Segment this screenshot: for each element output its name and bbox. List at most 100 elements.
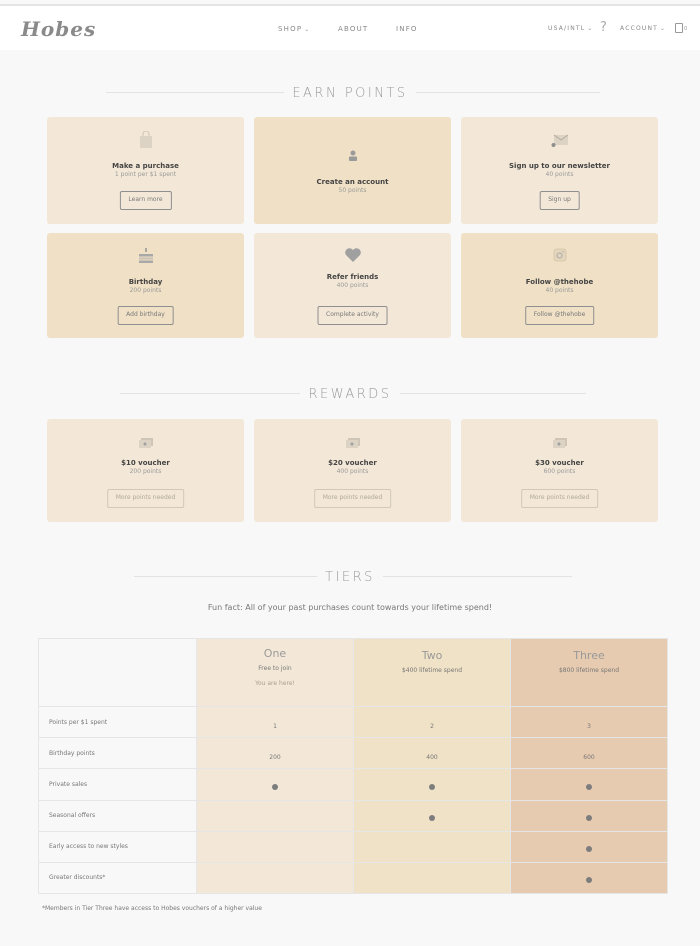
tier-cell bbox=[510, 861, 668, 895]
user-icon bbox=[348, 150, 357, 161]
cell-value: 400 bbox=[426, 753, 438, 761]
row-label: Birthday points bbox=[38, 737, 197, 770]
cell-value: 200 bbox=[269, 753, 281, 761]
table-row: Points per $1 spent 1 2 3 bbox=[38, 706, 668, 739]
cell-value: 3 bbox=[587, 722, 591, 730]
row-label: Greater discounts* bbox=[38, 861, 197, 895]
rewards-title: REWARDS bbox=[300, 387, 400, 402]
tier-name: Two bbox=[421, 649, 443, 663]
table-row: Greater discounts* bbox=[38, 861, 668, 895]
tier-three-header: Three $800 lifetime spend bbox=[510, 637, 668, 708]
follow-instagram-button[interactable]: Follow @thehobe bbox=[524, 306, 595, 325]
more-points-needed-button[interactable]: More points needed bbox=[313, 489, 392, 508]
table-row: Seasonal offers bbox=[38, 799, 668, 832]
tier-name: One bbox=[263, 646, 287, 660]
card-title: Make a purchase bbox=[112, 162, 179, 170]
heart-icon bbox=[344, 248, 361, 262]
more-points-needed-button[interactable]: More points needed bbox=[106, 489, 185, 508]
card-subtitle: 40 points bbox=[545, 171, 574, 178]
card-subtitle: 400 points bbox=[336, 282, 369, 289]
earn-card-account: Create an account 50 points bbox=[254, 117, 451, 224]
account-label: ACCOUNT bbox=[620, 25, 659, 32]
region-selector[interactable]: USA/INTL ⌄ bbox=[548, 25, 594, 32]
card-title: Create an account bbox=[316, 178, 389, 186]
tier-cell: 600 bbox=[510, 737, 668, 770]
card-title: $30 voucher bbox=[535, 459, 584, 467]
voucher-icon bbox=[345, 438, 360, 448]
card-title: Birthday bbox=[128, 278, 163, 286]
learn-more-button[interactable]: Learn more bbox=[119, 191, 172, 210]
empty-header-cell bbox=[38, 637, 197, 708]
card-title: Refer friends bbox=[326, 273, 379, 281]
tier-cell bbox=[510, 799, 668, 832]
tiers-title: TIERS bbox=[317, 570, 383, 585]
instagram-icon bbox=[553, 248, 566, 262]
table-row: Private sales bbox=[38, 768, 668, 801]
tier-cell bbox=[510, 830, 668, 863]
card-title: Follow @thehobe bbox=[525, 278, 594, 286]
logo[interactable]: Hobes bbox=[21, 17, 96, 41]
included-dot-icon bbox=[586, 846, 592, 853]
current-tier-badge: You are here! bbox=[255, 679, 295, 687]
tier-cell: 400 bbox=[353, 737, 511, 770]
earn-card-birthday: Birthday 200 points Add birthday bbox=[47, 233, 244, 338]
fun-fact-text: Fun fact: All of your past purchases cou… bbox=[207, 603, 493, 612]
card-subtitle: 1 point per $1 spent bbox=[114, 171, 177, 178]
nav-about[interactable]: ABOUT bbox=[338, 25, 368, 33]
shopping-bag-icon bbox=[139, 131, 152, 148]
card-subtitle: 50 points bbox=[338, 187, 367, 194]
reward-card-30: $30 voucher 600 points More points neede… bbox=[461, 419, 658, 522]
row-label: Early access to new styles bbox=[38, 830, 197, 863]
tier-cell bbox=[510, 768, 668, 801]
row-label: Seasonal offers bbox=[38, 799, 197, 832]
cell-value: 2 bbox=[430, 722, 434, 730]
earn-card-refer: Refer friends 400 points Complete activi… bbox=[254, 233, 451, 338]
nav-info[interactable]: INFO bbox=[396, 25, 418, 33]
row-label: Private sales bbox=[38, 768, 197, 801]
card-title: $10 voucher bbox=[121, 459, 170, 467]
tier-cell bbox=[196, 768, 354, 801]
region-label: USA/INTL bbox=[548, 25, 586, 32]
tier-cell bbox=[196, 830, 354, 863]
tier-name: Three bbox=[573, 649, 605, 663]
divider-line bbox=[120, 392, 310, 394]
included-dot-icon bbox=[429, 815, 435, 822]
table-row: Early access to new styles bbox=[38, 830, 668, 863]
chevron-down-icon: ⌄ bbox=[304, 26, 311, 33]
rewards-heading: REWARDS bbox=[0, 383, 700, 402]
more-points-needed-button[interactable]: More points needed bbox=[520, 489, 599, 508]
tier-cell bbox=[353, 830, 511, 863]
account-menu[interactable]: ACCOUNT ⌄ bbox=[620, 25, 666, 32]
included-dot-icon bbox=[586, 784, 592, 791]
tier-requirement: $400 lifetime spend bbox=[401, 667, 462, 675]
nav-info-label: INFO bbox=[396, 25, 418, 33]
tier-cell bbox=[196, 861, 354, 895]
divider-line bbox=[396, 392, 586, 394]
sign-up-button[interactable]: Sign up bbox=[539, 191, 580, 210]
nav-shop[interactable]: SHOP ⌄ bbox=[278, 25, 310, 33]
help-icon[interactable]: ? bbox=[600, 20, 607, 35]
add-birthday-button[interactable]: Add birthday bbox=[117, 306, 174, 325]
tier-cell: 200 bbox=[196, 737, 354, 770]
tier-cell bbox=[196, 799, 354, 832]
card-subtitle: 200 points bbox=[129, 468, 162, 475]
chevron-down-icon: ⌄ bbox=[587, 25, 594, 32]
divider-line bbox=[134, 575, 322, 577]
chevron-down-icon: ⌄ bbox=[660, 25, 667, 32]
included-dot-icon bbox=[429, 784, 435, 791]
tiers-header-row: One Free to join You are here! Two $400 … bbox=[38, 637, 668, 708]
voucher-icon bbox=[138, 438, 153, 448]
earn-card-instagram: Follow @thehobe 40 points Follow @thehob… bbox=[461, 233, 658, 338]
nav-about-label: ABOUT bbox=[338, 25, 369, 33]
complete-activity-button[interactable]: Complete activity bbox=[317, 306, 388, 325]
card-title: $20 voucher bbox=[328, 459, 377, 467]
cell-value: 1 bbox=[273, 722, 277, 730]
tiers-table: One Free to join You are here! Two $400 … bbox=[38, 637, 668, 895]
card-subtitle: 40 points bbox=[545, 287, 574, 294]
cart-count: 0 bbox=[684, 26, 688, 32]
tiers-heading: TIERS bbox=[0, 566, 700, 585]
card-title: Sign up to our newsletter bbox=[509, 162, 610, 170]
included-dot-icon bbox=[586, 877, 592, 884]
earn-card-newsletter: Sign up to our newsletter 40 points Sign… bbox=[461, 117, 658, 224]
cart-bag-icon[interactable] bbox=[675, 23, 683, 33]
